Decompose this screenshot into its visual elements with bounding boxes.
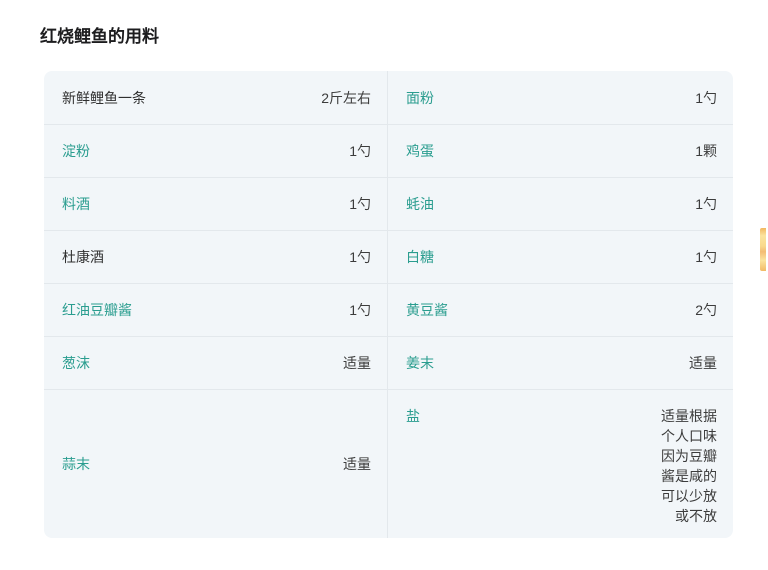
ingredient-amount: 1勺	[349, 196, 371, 212]
ingredient-name: 新鲜鲤鱼一条	[62, 89, 146, 106]
ingredient-amount: 1勺	[695, 89, 717, 106]
ingredient-row: 蒜末 适量	[44, 389, 387, 538]
ingredient-row: 面粉 1勺	[388, 71, 733, 124]
ingredient-link[interactable]: 鸡蛋	[406, 141, 434, 161]
ingredient-row: 白糖 1勺	[388, 230, 733, 283]
ingredient-link[interactable]: 面粉	[406, 88, 434, 108]
ingredient-row: 葱沫 适量	[44, 336, 387, 389]
ingredient-link[interactable]: 盐	[406, 406, 420, 426]
ingredient-link[interactable]: 蚝油	[406, 194, 434, 214]
ingredient-row: 蚝油 1勺	[388, 177, 733, 230]
ingredient-row: 淀粉 1勺	[44, 124, 387, 177]
ingredient-amount: 1勺	[349, 249, 371, 265]
ingredient-name: 杜康酒	[62, 249, 104, 265]
ingredient-amount: 2勺	[695, 302, 717, 318]
ingredient-link[interactable]: 黄豆酱	[406, 300, 448, 320]
ingredient-row: 杜康酒 1勺	[44, 230, 387, 283]
ingredient-row: 鸡蛋 1颗	[388, 124, 733, 177]
ingredient-amount: 1勺	[695, 196, 717, 212]
ingredient-amount: 适量	[343, 355, 371, 371]
ingredient-amount: 适量	[343, 456, 371, 472]
ingredient-amount: 适量根据个人口味因为豆瓣酱是咸的可以少放或不放	[661, 408, 717, 524]
ingredient-link[interactable]: 淀粉	[62, 141, 90, 161]
ingredient-amount: 适量	[689, 355, 717, 371]
page-title: 红烧鲤鱼的用料	[40, 27, 159, 46]
ingredient-row: 新鲜鲤鱼一条 2斤左右	[44, 71, 387, 124]
ingredient-row: 红油豆瓣酱 1勺	[44, 283, 387, 336]
ingredient-link[interactable]: 白糖	[406, 247, 434, 267]
ingredient-link[interactable]: 姜末	[406, 353, 434, 373]
ingredient-amount: 1颗	[695, 143, 717, 159]
floating-side-widget[interactable]	[760, 228, 766, 271]
ingredient-link[interactable]: 葱沫	[62, 353, 90, 373]
ingredients-column-right: 面粉 1勺 鸡蛋 1颗 蚝油 1勺 白糖 1勺 黄豆酱 2勺 姜末 适量 盐 适…	[387, 71, 733, 538]
ingredient-amount: 1勺	[349, 302, 371, 318]
ingredients-table: 新鲜鲤鱼一条 2斤左右 淀粉 1勺 料酒 1勺 杜康酒 1勺 红油豆瓣酱 1勺 …	[44, 71, 733, 538]
ingredient-amount: 1勺	[695, 249, 717, 265]
ingredient-row: 料酒 1勺	[44, 177, 387, 230]
recipe-page: 红烧鲤鱼的用料 新鲜鲤鱼一条 2斤左右 淀粉 1勺 料酒 1勺 杜康酒 1勺 红…	[0, 0, 768, 570]
ingredient-row: 黄豆酱 2勺	[388, 283, 733, 336]
ingredients-column-left: 新鲜鲤鱼一条 2斤左右 淀粉 1勺 料酒 1勺 杜康酒 1勺 红油豆瓣酱 1勺 …	[44, 71, 387, 538]
ingredient-amount: 1勺	[349, 143, 371, 159]
ingredient-link[interactable]: 料酒	[62, 194, 90, 214]
ingredient-link[interactable]: 蒜末	[62, 454, 90, 474]
ingredient-link[interactable]: 红油豆瓣酱	[62, 300, 132, 320]
ingredient-amount: 2斤左右	[321, 89, 371, 106]
ingredient-row: 姜末 适量	[388, 336, 733, 389]
ingredient-row: 盐 适量根据个人口味因为豆瓣酱是咸的可以少放或不放	[388, 389, 733, 538]
